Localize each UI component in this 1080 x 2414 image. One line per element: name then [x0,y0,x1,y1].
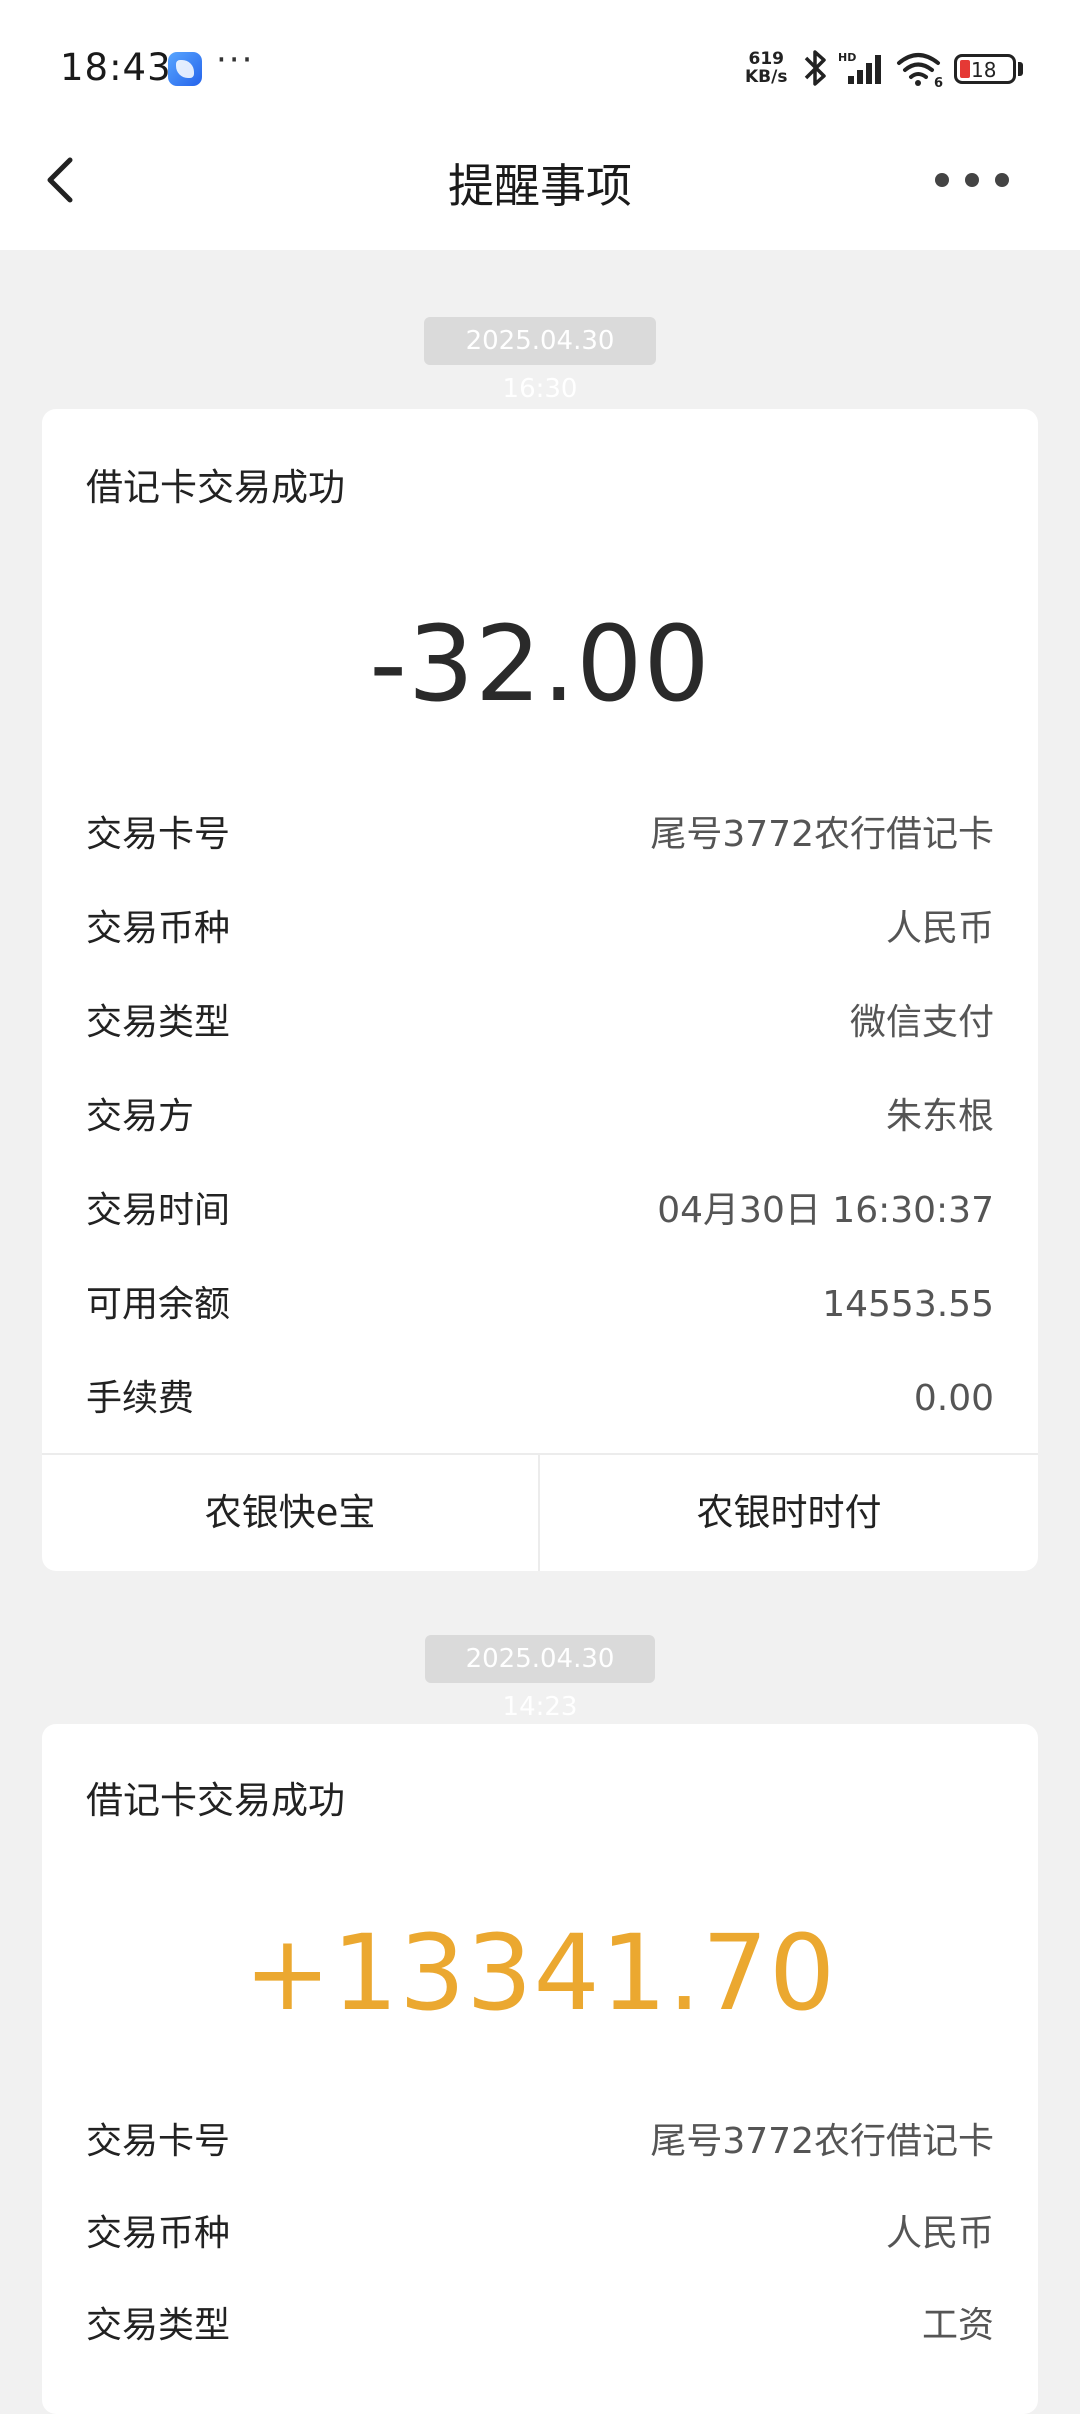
more-options-icon[interactable] [930,168,1014,192]
row-value: 微信支付 [849,1002,994,1043]
detail-row-card-number: 交易卡号 尾号3772农行借记卡 [86,805,994,865]
more-notifications-icon: ··· [216,40,255,80]
row-value: 人民币 [885,908,994,949]
row-value: 朱东根 [885,1096,994,1137]
message-timestamp: 2025.04.30 14:23 [425,1635,655,1722]
row-label: 交易币种 [86,908,231,949]
detail-row-balance: 可用余额 14553.55 [86,1275,994,1335]
status-time: 18:43 [60,46,172,89]
top-bar: 18:43 ··· 619 KB/s HD 6 18 提醒事项 [0,0,1080,250]
cell-signal-icon: HD [838,51,881,84]
row-label: 交易币种 [86,2213,231,2254]
network-speed: 619 KB/s [745,50,787,86]
detail-row-type: 交易类型 工资 [86,2296,994,2356]
detail-row-fee: 手续费 0.00 [86,1369,994,1429]
row-label: 交易卡号 [86,814,231,855]
battery-icon: 18 [954,54,1016,84]
row-value: 14553.55 [822,1284,994,1325]
card-actions: 农银快e宝 农银时时付 [42,1453,1038,1571]
detail-row-card-number: 交易卡号 尾号3772农行借记卡 [86,2112,994,2172]
detail-row-time: 交易时间 04月30日 16:30:37 [86,1181,994,1241]
card-title: 借记卡交易成功 [86,1779,345,1822]
row-value: 工资 [921,2305,994,2346]
wifi-icon: 6 [897,53,943,88]
row-label: 交易方 [86,1096,195,1137]
row-value: 人民币 [885,2213,994,2254]
kuai-e-bao-button[interactable]: 农银快e宝 [42,1455,540,1571]
detail-row-currency: 交易币种 人民币 [86,899,994,959]
transaction-card: 借记卡交易成功 +13341.70 交易卡号 尾号3772农行借记卡 交易币种 … [42,1724,1038,2414]
network-speed-value: 619 [748,49,784,69]
wifi-standard-label: 6 [934,76,943,88]
battery-level: 18 [971,58,997,82]
row-value: 尾号3772农行借记卡 [650,2121,994,2162]
transaction-amount: -32.00 [369,603,711,725]
transaction-card: 借记卡交易成功 -32.00 交易卡号 尾号3772农行借记卡 交易币种 人民币… [42,409,1038,1571]
row-label: 交易类型 [86,2305,231,2346]
detail-row-currency: 交易币种 人民币 [86,2204,994,2264]
app-notification-icon [168,52,202,86]
row-value: 尾号3772农行借记卡 [650,814,994,855]
message-timestamp: 2025.04.30 16:30 [424,317,656,404]
row-label: 可用余额 [86,1284,231,1325]
row-label: 交易类型 [86,1002,231,1043]
row-value: 0.00 [913,1378,994,1419]
battery-cap [1018,62,1023,76]
row-label: 交易卡号 [86,2121,231,2162]
row-label: 手续费 [86,1378,195,1419]
shi-shi-fu-button[interactable]: 农银时时付 [540,1455,1038,1571]
transaction-amount: +13341.70 [243,1912,837,2034]
battery-fill [960,60,970,78]
status-bar: 18:43 ··· 619 KB/s HD 6 18 [0,0,1080,140]
nav-bar: 提醒事项 [0,130,1080,250]
row-value: 04月30日 16:30:37 [657,1190,994,1231]
detail-row-type: 交易类型 微信支付 [86,993,994,1053]
detail-row-counterparty: 交易方 朱东根 [86,1087,994,1147]
bluetooth-icon [804,50,826,86]
network-speed-unit: KB/s [745,67,788,87]
signal-hd-label: HD [838,51,856,64]
row-label: 交易时间 [86,1190,231,1231]
card-title: 借记卡交易成功 [86,466,345,509]
page-title: 提醒事项 [448,159,632,213]
